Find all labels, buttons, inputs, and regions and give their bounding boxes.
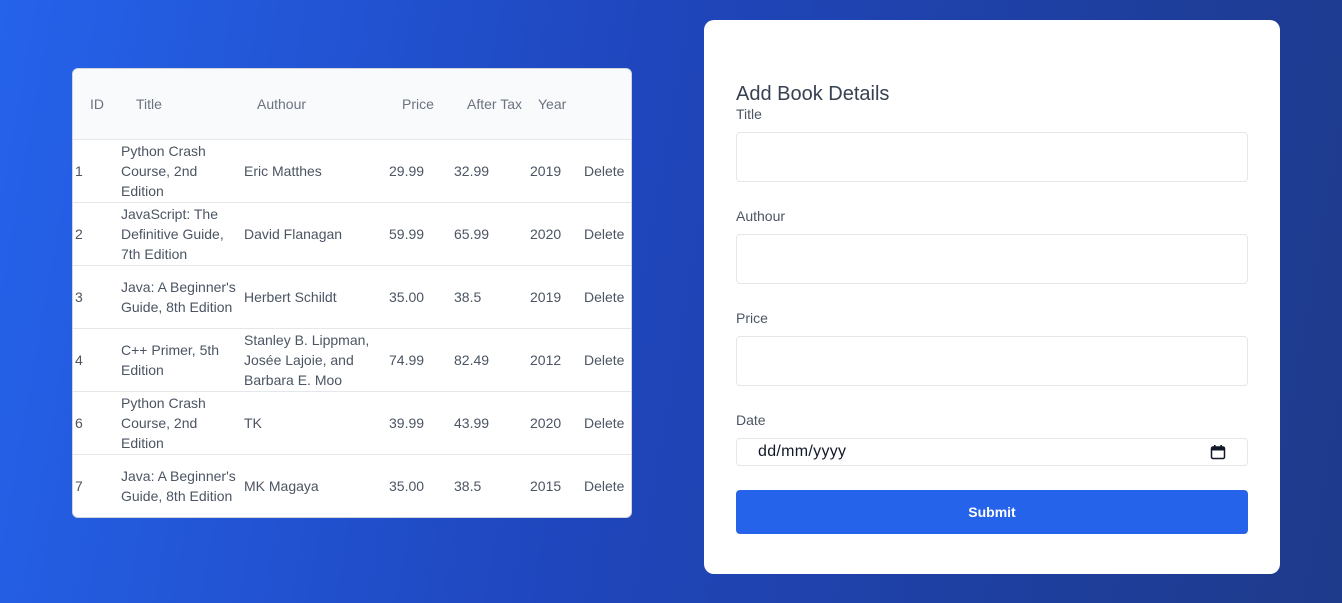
- table-row: 7 Java: A Beginner's Guide, 8th Edition …: [73, 454, 631, 517]
- submit-button[interactable]: Submit: [736, 490, 1248, 534]
- add-book-form-card: Add Book Details Title Authour Price Dat…: [704, 20, 1280, 574]
- date-label: Date: [736, 412, 766, 428]
- header-after-tax: After Tax: [452, 69, 523, 140]
- cell-year: 2012: [530, 351, 562, 368]
- date-input[interactable]: dd/mm/yyyy: [736, 438, 1248, 466]
- calendar-icon[interactable]: [1210, 444, 1226, 460]
- header-year: Year: [523, 69, 584, 140]
- cell-id: 7: [75, 477, 83, 494]
- delete-button[interactable]: Delete: [584, 265, 631, 328]
- table-body: 1 Python Crash Course, 2nd Edition Eric …: [73, 139, 631, 517]
- table-row: 6 Python Crash Course, 2nd Edition TK 39…: [73, 391, 631, 454]
- table-row: 1 Python Crash Course, 2nd Edition Eric …: [73, 139, 631, 202]
- cell-author: Stanley B. Lippman, Josée Lajoie, and Ba…: [244, 331, 370, 388]
- delete-button[interactable]: Delete: [584, 391, 631, 454]
- cell-id: 3: [75, 288, 83, 305]
- delete-button[interactable]: Delete: [584, 454, 631, 517]
- table-row: 3 Java: A Beginner's Guide, 8th Edition …: [73, 265, 631, 328]
- cell-title: Java: A Beginner's Guide, 8th Edition: [121, 467, 236, 504]
- title-input[interactable]: [736, 132, 1248, 182]
- author-label: Authour: [736, 208, 786, 224]
- cell-price: 39.99: [389, 414, 425, 431]
- header-title: Title: [119, 69, 242, 140]
- header-actions: [584, 69, 631, 140]
- table-row: 2 JavaScript: The Definitive Guide, 7th …: [73, 202, 631, 265]
- cell-after-tax: 38.5: [454, 288, 482, 305]
- books-table: ID Title Authour Price After Tax Year 1 …: [73, 69, 631, 517]
- books-table-card: ID Title Authour Price After Tax Year 1 …: [72, 68, 632, 518]
- delete-button[interactable]: Delete: [584, 328, 631, 391]
- cell-title: Python Crash Course, 2nd Edition: [121, 394, 206, 451]
- price-label: Price: [736, 310, 768, 326]
- cell-title: Java: A Beginner's Guide, 8th Edition: [121, 278, 236, 315]
- author-input[interactable]: [736, 234, 1248, 284]
- cell-author: Eric Matthes: [244, 162, 322, 179]
- title-label: Title: [736, 106, 762, 122]
- cell-title: JavaScript: The Definitive Guide, 7th Ed…: [121, 205, 224, 262]
- cell-title: Python Crash Course, 2nd Edition: [121, 142, 206, 199]
- form-heading: Add Book Details: [736, 83, 890, 105]
- header-price: Price: [387, 69, 452, 140]
- cell-year: 2019: [530, 288, 562, 305]
- cell-price: 29.99: [389, 162, 425, 179]
- cell-after-tax: 65.99: [454, 225, 490, 242]
- header-author: Authour: [242, 69, 387, 140]
- table-header: ID Title Authour Price After Tax Year: [73, 69, 631, 140]
- cell-price: 59.99: [389, 225, 425, 242]
- cell-price: 35.00: [389, 288, 425, 305]
- header-id: ID: [73, 69, 119, 140]
- cell-id: 6: [75, 414, 83, 431]
- price-input[interactable]: [736, 336, 1248, 386]
- cell-id: 2: [75, 225, 83, 242]
- delete-button[interactable]: Delete: [584, 139, 631, 202]
- cell-after-tax: 82.49: [454, 351, 490, 368]
- cell-year: 2019: [530, 162, 562, 179]
- cell-id: 1: [75, 162, 83, 179]
- cell-after-tax: 32.99: [454, 162, 490, 179]
- table-row: 4 C++ Primer, 5th Edition Stanley B. Lip…: [73, 328, 631, 391]
- cell-author: Herbert Schildt: [244, 288, 337, 305]
- delete-button[interactable]: Delete: [584, 202, 631, 265]
- cell-year: 2020: [530, 225, 562, 242]
- cell-id: 4: [75, 351, 83, 368]
- cell-year: 2020: [530, 414, 562, 431]
- cell-year: 2015: [530, 477, 562, 494]
- cell-after-tax: 43.99: [454, 414, 490, 431]
- cell-price: 35.00: [389, 477, 425, 494]
- cell-title: C++ Primer, 5th Edition: [121, 341, 220, 378]
- cell-author: MK Magaya: [244, 477, 319, 494]
- cell-author: TK: [244, 414, 262, 431]
- cell-author: David Flanagan: [244, 225, 343, 242]
- date-placeholder: dd/mm/yyyy: [758, 443, 847, 460]
- cell-price: 74.99: [389, 351, 425, 368]
- cell-after-tax: 38.5: [454, 477, 482, 494]
